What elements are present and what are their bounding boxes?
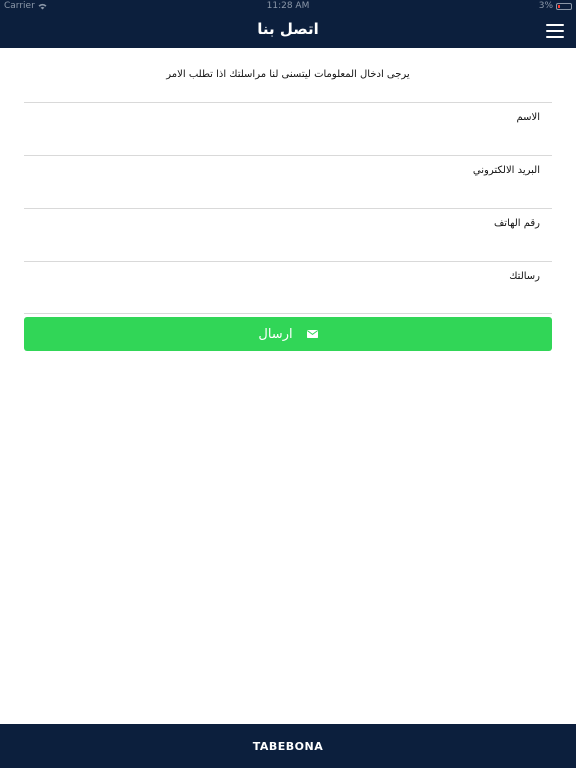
email-input[interactable] <box>24 180 552 206</box>
status-battery-group: 3% <box>539 1 572 11</box>
name-field-label: الاسم <box>516 112 540 123</box>
footer-bar: TABEBONA <box>0 724 576 768</box>
battery-icon <box>556 2 572 10</box>
message-field[interactable]: رسالتك <box>24 261 552 314</box>
phone-field-label: رقم الهاتف <box>493 218 540 229</box>
phone-field[interactable]: رقم الهاتف <box>24 208 552 261</box>
phone-input[interactable] <box>24 233 552 259</box>
message-field-label: رسالتك <box>509 271 540 282</box>
envelope-icon <box>306 330 318 338</box>
form-intro-text: يرجى ادخال المعلومات ليتسنى لنا مراسلتك … <box>166 69 410 80</box>
status-bar: Carrier 11:28 AM 3% <box>0 0 576 14</box>
message-input[interactable] <box>24 286 552 312</box>
status-time: 11:28 AM <box>266 1 310 11</box>
send-button-label: ارسال <box>258 326 293 342</box>
navigation-bar: Carrier 11:28 AM 3% اتصل بنا <box>0 0 576 48</box>
name-field[interactable]: الاسم <box>24 102 552 155</box>
name-input[interactable] <box>24 127 552 153</box>
send-button[interactable]: ارسال <box>24 317 552 351</box>
email-field[interactable]: البريد الالكتروني <box>24 155 552 208</box>
page-title: اتصل بنا <box>257 20 319 38</box>
email-field-label: البريد الالكتروني <box>472 165 540 176</box>
battery-percent: 3% <box>538 1 553 11</box>
footer-brand: TABEBONA <box>252 739 324 753</box>
hamburger-menu-icon[interactable] <box>546 24 564 38</box>
